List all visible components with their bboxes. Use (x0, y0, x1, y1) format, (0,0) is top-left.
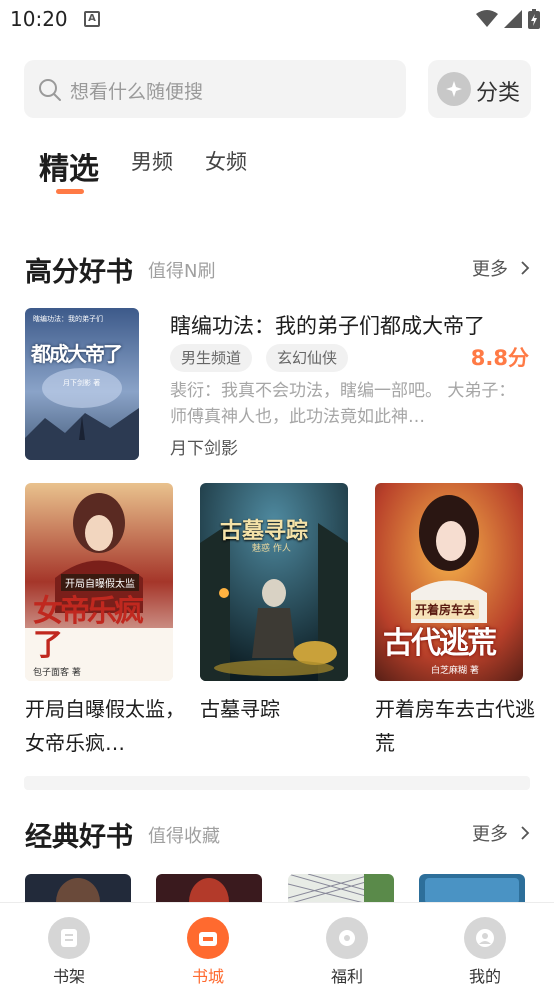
category-icon (437, 72, 471, 106)
book-cover-art (156, 874, 262, 904)
cover-small-text: 开着房车去 (411, 600, 480, 619)
category-label: 分类 (476, 81, 521, 106)
cover-title-text: 古代逃荒 (383, 626, 497, 661)
nav-welfare[interactable]: 福利 (307, 903, 387, 986)
tag-male-channel[interactable]: 男生频道 (170, 344, 253, 372)
section-subtitle: 值得N刷 (148, 261, 216, 282)
book-cover-art (288, 874, 394, 904)
nav-bookstore[interactable]: 书城 (168, 903, 248, 986)
nav-label: 福利 (330, 967, 363, 986)
cover-author-text: 月下剑影 著 (63, 379, 101, 387)
status-bar: 10:20 A (0, 0, 554, 38)
tab-female[interactable]: 女频 (205, 146, 247, 176)
more-label: 更多 (472, 259, 508, 280)
system-icons (476, 8, 540, 30)
cover-small-text: 魅惑 作人 (252, 544, 291, 554)
section-title: 高分好书 (25, 257, 133, 288)
nav-label: 书架 (52, 967, 85, 986)
signal-icon (504, 10, 522, 28)
chevron-right-icon (521, 826, 530, 840)
tab-indicator (56, 189, 84, 194)
bottom-navigation: 书架 书城 福利 我的 (0, 902, 554, 986)
section-divider (24, 776, 530, 790)
profile-icon (464, 917, 506, 959)
gift-icon (326, 917, 368, 959)
bookstore-icon (187, 917, 229, 959)
book-cover[interactable]: 开着房车去 古代逃荒 白芝麻糊 著 (375, 483, 523, 681)
cover-title-text: 女帝乐疯了 (33, 594, 144, 663)
more-link[interactable]: 更多 (472, 820, 530, 846)
more-link[interactable]: 更多 (472, 255, 530, 281)
book-cover[interactable]: 瞎编功法：我的弟子们 都成大帝了 月下剑影 著 (25, 308, 139, 460)
nav-profile[interactable]: 我的 (445, 903, 525, 986)
battery-icon (528, 9, 540, 29)
book-title[interactable]: 古墓寻踪 (200, 692, 360, 726)
cover-author-text: 包子面客 著 (33, 668, 81, 678)
nav-label: 书城 (191, 967, 224, 986)
section-subtitle: 值得收藏 (148, 826, 220, 847)
book-title[interactable]: 开着房车去古代逃荒 (375, 692, 535, 760)
wifi-icon (476, 10, 498, 27)
book-title[interactable]: 开局自曝假太监，女帝乐疯… (25, 692, 185, 760)
bookshelf-icon (48, 917, 90, 959)
book-cover[interactable]: 开局自曝假太监 女帝乐疯了 包子面客 著 (25, 483, 173, 681)
book-cover[interactable] (288, 874, 394, 904)
featured-title[interactable]: 瞎编功法：我的弟子们都成大帝了 (170, 310, 485, 340)
category-button[interactable]: 分类 (428, 60, 531, 118)
cover-small-text: 开局自曝假太监 (61, 574, 139, 591)
nav-bookshelf[interactable]: 书架 (29, 903, 109, 986)
tab-male[interactable]: 男频 (131, 146, 173, 176)
status-time: 10:20 (10, 7, 68, 31)
chevron-right-icon (521, 261, 530, 275)
book-cover[interactable] (419, 874, 525, 904)
notification-icon: A (84, 11, 100, 27)
book-cover-art (419, 874, 525, 904)
cover-small-text: 瞎编功法：我的弟子们 (33, 315, 103, 323)
book-cover[interactable] (25, 874, 131, 904)
featured-description: 裴衍：我真不会功法，瞎编一部吧。 大弟子：师傅真神人也，此功法竟如此神… (170, 381, 516, 427)
rating-score: 8.8分 (470, 346, 529, 370)
tab-featured[interactable]: 精选 (39, 144, 99, 188)
featured-author: 月下剑影 (170, 439, 238, 459)
tag-fantasy[interactable]: 玄幻仙侠 (266, 344, 349, 372)
book-cover[interactable] (156, 874, 262, 904)
cover-title-text: 都成大帝了 (31, 342, 123, 366)
nav-label: 我的 (468, 967, 501, 986)
book-cover-art (25, 874, 131, 904)
cover-author-text: 白芝麻糊 著 (431, 666, 479, 676)
section-title: 经典好书 (25, 822, 133, 853)
search-input[interactable]: 想看什么随便搜 (24, 60, 406, 118)
search-placeholder: 想看什么随便搜 (70, 81, 204, 103)
book-cover[interactable]: 古墓寻踪 魅惑 作人 (200, 483, 348, 681)
more-label: 更多 (472, 824, 508, 845)
search-icon (39, 79, 61, 101)
